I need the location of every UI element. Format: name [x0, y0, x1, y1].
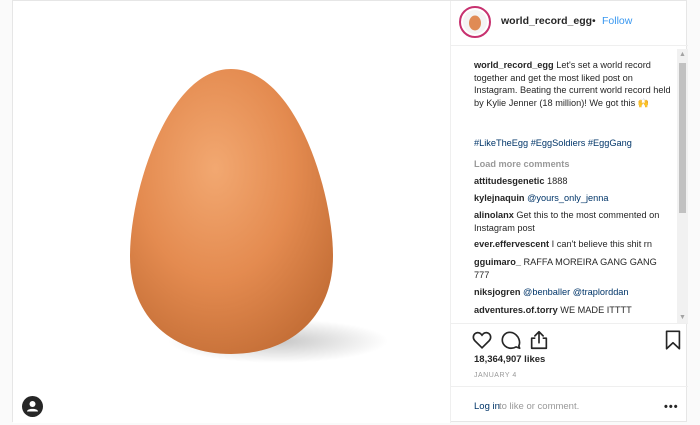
- list-item: gguimaro_ RAFFA MOREIRA GANG GANG 777: [474, 256, 674, 281]
- scroll-down-arrow-icon[interactable]: ▼: [677, 312, 688, 323]
- list-item: kylejnaquin @yours_only_jenna: [474, 192, 674, 205]
- login-text: to like or comment.: [499, 401, 580, 412]
- avatar-image: [463, 10, 487, 34]
- header-username[interactable]: world_record_egg: [501, 15, 592, 27]
- list-item: niksjogren @benballer @traplorddan: [474, 286, 674, 299]
- comment-text: WE MADE ITTTT: [560, 305, 632, 315]
- list-item: attitudesgenetic 1888: [474, 175, 674, 188]
- comments-scrollbar[interactable]: ▲ ▼: [677, 49, 688, 323]
- user-tag-icon: [27, 401, 38, 412]
- egg-avatar-icon: [469, 15, 481, 31]
- comment-username[interactable]: adventures.of.torry: [474, 305, 558, 315]
- egg-photo: [130, 69, 388, 363]
- comment-mention[interactable]: @benballer @traplorddan: [523, 287, 629, 297]
- scroll-thumb[interactable]: [679, 63, 686, 213]
- comment-username[interactable]: kylejnaquin: [474, 193, 525, 203]
- caption-hashtags[interactable]: #LikeTheEgg #EggSoldiers #EggGang: [474, 137, 674, 150]
- comment-mention[interactable]: @yours_only_jenna: [527, 193, 608, 203]
- comments-list[interactable]: world_record_egg Let's set a world recor…: [451, 53, 677, 319]
- post-date[interactable]: JANUARY 4: [474, 372, 517, 379]
- header-separator: •: [592, 15, 596, 27]
- comment-bubble-icon[interactable]: [500, 329, 522, 351]
- user-tag-button[interactable]: [22, 396, 43, 417]
- share-icon[interactable]: [528, 329, 550, 351]
- list-item: adventures.of.torry WE MADE ITTTT: [474, 304, 674, 317]
- comment-text: I can't believe this shit rn: [551, 239, 652, 249]
- post-header: world_record_egg • Follow: [451, 1, 688, 46]
- post-media: [13, 1, 450, 423]
- avatar[interactable]: [459, 6, 491, 38]
- load-more-comments[interactable]: Load more comments: [474, 159, 569, 169]
- heart-icon[interactable]: [471, 329, 493, 351]
- comment-username[interactable]: alinolanx: [474, 210, 514, 220]
- bookmark-icon[interactable]: [662, 329, 684, 351]
- comment-username[interactable]: ever.effervescent: [474, 239, 549, 249]
- comment-text: 1888: [547, 176, 568, 186]
- scroll-up-arrow-icon[interactable]: ▲: [677, 49, 688, 60]
- caption-username[interactable]: world_record_egg: [474, 60, 554, 70]
- comment-username[interactable]: gguimaro_: [474, 257, 521, 267]
- caption: world_record_egg Let's set a world recor…: [474, 59, 674, 109]
- post-sidebar: world_record_egg • Follow world_record_e…: [450, 1, 688, 423]
- list-item: alinolanx Get this to the most commented…: [474, 209, 674, 234]
- follow-button[interactable]: Follow: [602, 15, 632, 27]
- login-prompt: Log in to like or comment. •••: [451, 386, 688, 425]
- more-options-icon[interactable]: •••: [664, 401, 679, 413]
- post-actions: 18,364,907 likes JANUARY 4 Log in to lik…: [451, 323, 688, 424]
- list-item: ever.effervescent I can't believe this s…: [474, 238, 674, 251]
- instagram-post: world_record_egg • Follow world_record_e…: [12, 0, 688, 423]
- comment-username[interactable]: attitudesgenetic: [474, 176, 544, 186]
- comment-username[interactable]: niksjogren: [474, 287, 520, 297]
- likes-count[interactable]: 18,364,907 likes: [474, 354, 545, 365]
- login-link[interactable]: Log in: [474, 401, 500, 412]
